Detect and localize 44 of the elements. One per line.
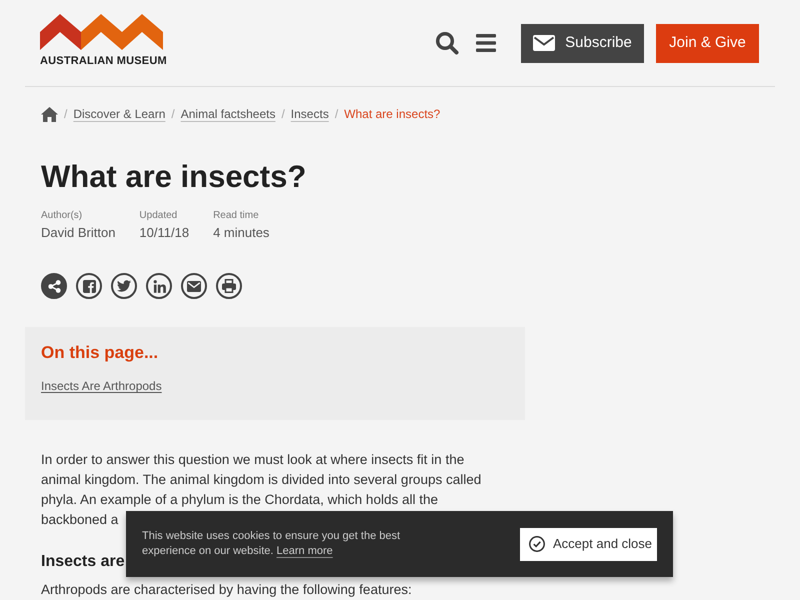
- subscribe-button[interactable]: Subscribe: [521, 24, 644, 62]
- bird-icon: [117, 280, 131, 292]
- cookie-message: This website uses cookies to ensure you get the best experience on our website. Learn more: [142, 529, 402, 559]
- search-icon[interactable]: [435, 31, 459, 55]
- accept-and-close-button[interactable]: Accept and close: [520, 528, 657, 560]
- logo-link[interactable]: AUSTRALIAN MUSEUM: [40, 14, 167, 68]
- facebook-icon: [82, 280, 96, 292]
- learn-more-link[interactable]: Learn more: [276, 545, 333, 557]
- page-title: What are insects?: [41, 158, 306, 196]
- print-button[interactable]: [216, 273, 242, 299]
- envelope-icon: [187, 280, 201, 292]
- meta-label: Updated: [139, 210, 178, 222]
- breadcrumb-link[interactable]: Insects: [290, 106, 329, 122]
- envelope-icon: [533, 35, 556, 51]
- printer-icon: [222, 279, 236, 293]
- meta-label: Read time: [213, 210, 259, 222]
- email-share-button[interactable]: [181, 273, 207, 299]
- twitter-share-button[interactable]: [111, 273, 137, 299]
- breadcrumb-separator: /: [281, 106, 285, 122]
- page-section-link[interactable]: Insects Are Arthropods: [41, 379, 162, 393]
- facebook-share-button[interactable]: [76, 273, 102, 299]
- linkedin-icon: [152, 280, 166, 292]
- check-circle-icon: [529, 536, 545, 552]
- meta-value: 4 minutes: [213, 225, 270, 241]
- breadcrumb-separator: /: [171, 106, 175, 122]
- linkedin-share-button[interactable]: [146, 273, 172, 299]
- breadcrumb-separator: /: [64, 106, 68, 122]
- breadcrumb-current[interactable]: What are insects?: [344, 106, 440, 122]
- section-heading: Insects are: [41, 552, 125, 572]
- breadcrumb-link[interactable]: Discover & Learn: [73, 106, 166, 122]
- meta-value: David Britton: [41, 225, 116, 241]
- meta-value: 10/11/18: [139, 225, 190, 241]
- share-icon: [48, 280, 60, 292]
- menu-icon[interactable]: [476, 34, 496, 52]
- zigzag-logo-icon: [40, 14, 163, 50]
- breadcrumb-link[interactable]: Animal factsheets: [180, 106, 276, 122]
- body-paragraph: In order to answer this question we must look at where insects fit in the animal kingdom. The animal kingdom is divided into several groups called phyla. An example of a phylum is the Chordata, which holds all the backboned a: [41, 451, 482, 529]
- meta-label: Author(s): [41, 210, 82, 222]
- join-and-give-button[interactable]: Join & Give: [656, 24, 759, 62]
- section-heading: On this page...: [41, 342, 158, 364]
- body-paragraph: Arthropods are characterised by having the following features:: [41, 582, 413, 598]
- breadcrumb-separator: /: [334, 106, 338, 122]
- home-icon[interactable]: [41, 106, 58, 122]
- share-button[interactable]: [41, 273, 67, 299]
